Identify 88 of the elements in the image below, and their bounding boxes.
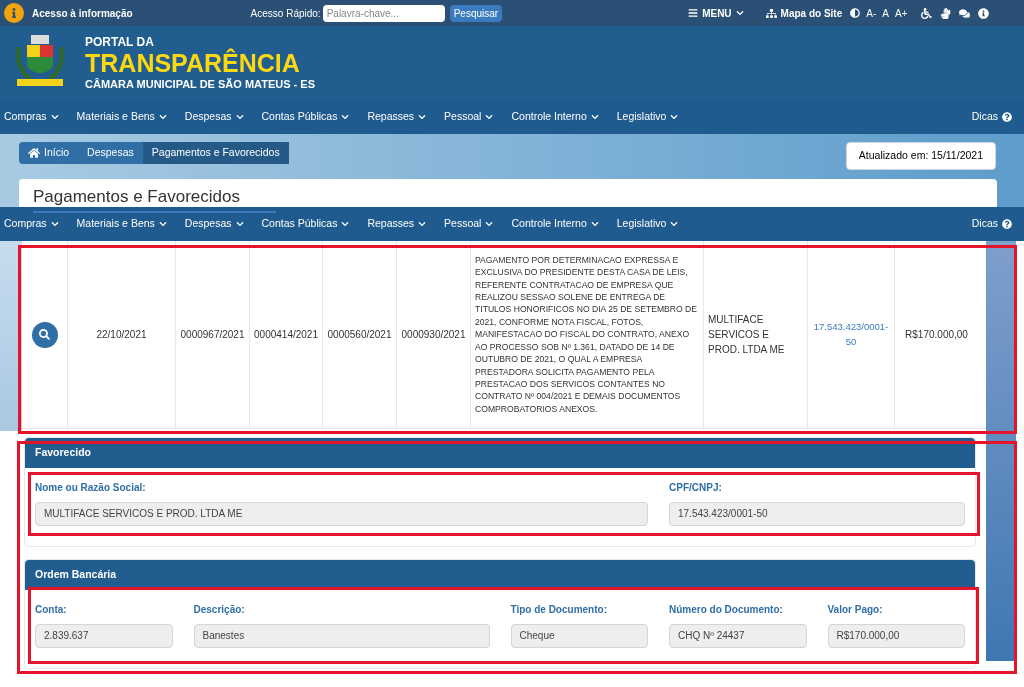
- chevron-icon: [670, 113, 679, 121]
- nav-menu-item[interactable]: Controle Interno: [502, 109, 608, 125]
- chevron-icon: [50, 220, 59, 228]
- contrast-icon[interactable]: [850, 8, 861, 18]
- readonly-field[interactable]: 17.543.423/0001-50: [669, 501, 965, 526]
- nav-menu-item[interactable]: Pessoal: [435, 216, 503, 232]
- field-label: Número do Documento:: [669, 602, 784, 617]
- chevron-icon: [590, 220, 599, 228]
- chevron-icon: [158, 113, 167, 121]
- nav-menu-item[interactable]: Contas Públicas: [252, 109, 359, 125]
- readonly-field[interactable]: Cheque: [510, 623, 648, 648]
- chevron-icon: [418, 220, 427, 228]
- field-label: Tipo de Documento:: [510, 602, 608, 617]
- portal-title: TRANSPARÊNCIA: [85, 49, 301, 77]
- readonly-field[interactable]: MULTIFACE SERVICOS E PROD. LTDA ME: [35, 501, 648, 526]
- readonly-field[interactable]: Banestes: [193, 623, 490, 648]
- table-cell-text: 0000967/2021: [180, 328, 245, 342]
- table-cell-text: 0000560/2021: [327, 328, 392, 342]
- readonly-field[interactable]: CHQ Nº 24437: [669, 623, 807, 648]
- breadcrumb-item[interactable]: Pagamentos e Favorecidos: [142, 142, 289, 164]
- readonly-field[interactable]: 2.839.637: [35, 623, 173, 648]
- chevron-icon: [50, 113, 59, 121]
- chevron-icon: [158, 220, 167, 228]
- tips-link[interactable]: Dicas: [971, 109, 1012, 125]
- nav-menu-item[interactable]: Controle Interno: [502, 216, 608, 232]
- cnpj-link[interactable]: 17.543.423/0001-50: [812, 320, 890, 349]
- nav-menu-item[interactable]: Contas Públicas: [252, 216, 359, 232]
- table-cell-text: R$170.000,00: [905, 328, 968, 342]
- chevron-icon: [341, 113, 350, 121]
- chevron-icon: [235, 113, 244, 121]
- table-cell-text: MULTIFACE SERVICOS E PROD. LTDA ME: [708, 313, 786, 357]
- description-cell: PAGAMENTO POR DETERMINACAO EXPRESSA E EXCLUSIVA DO PRESIDENTE DESTA CASA DE LEIS, REFERENTE CONTRATACAO DE EMPRESA QUE REALIZOU SESSAO SOLENE DE ENTREGA DE TITULOS HONORIFICOS NO DIA 25 DE SETEMBRO DE 2021, CONFORME NOTA FISCAL, FOTOS, MANIFESTACAO DO FISCAL DO CONTRATO, ANEXO AO PROCESSO SOB Nº 1.361, DATADO DE 14 DE OUTUBRO DE 2021, O QUAL A EMPRESA PRESTADORA SOLICITA PAGAMENTO PELA PRESTACAO DOS SERVICOS CONTANTES NO CONTRATO Nº 004/2021 E DEMAIS DOCUMENTOS COMPROBATORIOS ANEXOS.: [475, 253, 699, 416]
- hand-icon[interactable]: [940, 7, 952, 19]
- chevron-icon: [418, 113, 427, 121]
- font-size-button[interactable]: A-: [866, 5, 877, 21]
- nav-menu-item[interactable]: Materiais e Bens: [67, 216, 176, 232]
- info-icon: [4, 3, 24, 23]
- tips-link[interactable]: Dicas: [971, 216, 1012, 232]
- chevron-icon: [341, 220, 350, 228]
- help-icon: [1002, 112, 1012, 122]
- home-icon: [28, 147, 40, 159]
- section-header: Ordem Bancária: [25, 559, 975, 590]
- nav-menu-item[interactable]: Legislativo: [607, 216, 688, 232]
- table-cell-text: 0000930/2021: [401, 328, 466, 342]
- nav-menu-item[interactable]: Pessoal: [435, 109, 503, 125]
- chevron-icon: [485, 220, 494, 228]
- chevron-icon: [485, 113, 494, 121]
- nav-menu-item[interactable]: Materiais e Bens: [67, 109, 176, 125]
- readonly-field[interactable]: R$170.000,00: [827, 623, 965, 648]
- font-size-button[interactable]: A+: [894, 5, 908, 21]
- nav-menu-item[interactable]: Despesas: [175, 109, 253, 125]
- help-icon: [1002, 219, 1012, 229]
- field-label: CPF/CNPJ:: [669, 480, 723, 495]
- field-label: Descrição:: [193, 602, 246, 617]
- nav-menu-item[interactable]: Compras: [0, 109, 68, 125]
- search-field[interactable]: Palavra-chave...: [322, 4, 445, 22]
- nav-menu-item[interactable]: Repasses: [358, 216, 436, 232]
- chevron-icon: [235, 220, 244, 228]
- chevron-icon: [735, 9, 744, 17]
- nav-menu-item[interactable]: Legislativo: [607, 109, 688, 125]
- search-button[interactable]: [31, 321, 58, 348]
- font-size-button[interactable]: A: [882, 5, 889, 21]
- wheelchair-icon[interactable]: [921, 7, 933, 19]
- menu-icon: [688, 8, 699, 18]
- access-info-link[interactable]: Acesso à informação: [32, 5, 133, 21]
- portal-pre-title: PORTAL DA: [85, 35, 154, 49]
- search-icon: [39, 329, 50, 340]
- chevron-icon: [670, 220, 679, 228]
- nav-menu-item[interactable]: Compras: [0, 216, 68, 232]
- breadcrumb-item[interactable]: Despesas: [78, 142, 143, 164]
- portal-subtitle: CÂMARA MUNICIPAL DE SÃO MATEUS - ES: [85, 77, 315, 91]
- breadcrumb-item[interactable]: Início: [19, 142, 79, 164]
- section-header: Favorecido: [25, 438, 975, 468]
- chat-icon[interactable]: [959, 7, 971, 19]
- sitemap-link[interactable]: Mapa do Site: [765, 5, 843, 21]
- search-button[interactable]: Pesquisar: [449, 4, 503, 22]
- nav-menu-item[interactable]: Repasses: [358, 109, 436, 125]
- table-cell-text: 22/10/2021: [96, 328, 147, 342]
- field-label: Valor Pago:: [827, 602, 884, 617]
- quick-access-label: Acesso Rápido:: [250, 6, 321, 21]
- field-label: Conta:: [35, 602, 68, 617]
- sitemap-icon: [765, 7, 777, 19]
- nav-menu-item[interactable]: Despesas: [175, 216, 253, 232]
- menu-button[interactable]: MENU: [688, 5, 744, 21]
- chevron-icon: [590, 113, 599, 121]
- updated-date: Atualizado em: 15/11/2021: [845, 142, 996, 170]
- field-label: Nome ou Razão Social:: [35, 480, 147, 495]
- table-cell-text: 0000414/2021: [254, 328, 318, 342]
